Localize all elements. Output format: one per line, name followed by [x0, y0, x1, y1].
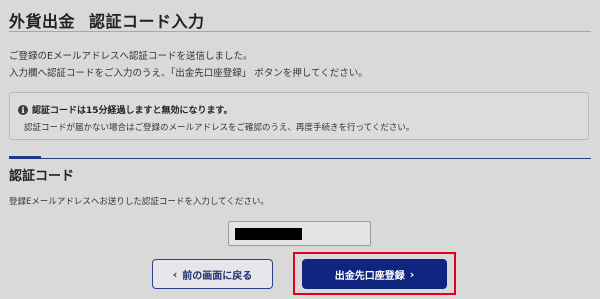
intro-line-1: ご登録のEメールアドレスへ認証コードを送信しました。 — [9, 51, 253, 62]
notice-heading-text: 認証コードは15分経過しますと無効になります。 — [32, 106, 233, 116]
auth-code-input[interactable] — [228, 221, 371, 246]
back-button-label: 前の画面に戻る — [182, 270, 253, 282]
title-divider — [9, 31, 591, 32]
intro-text: ご登録のEメールアドレスへ認証コードを送信しました。 入力欄へ認証コードをご入力… — [9, 48, 368, 82]
section-description: 登録Eメールアドレスへお送りした認証コードを入力してください。 — [9, 197, 269, 207]
submit-button-label: 出金先口座登録 — [334, 270, 405, 282]
notice-body: 認証コードが届かない場合はご登録のメールアドレスをご確認のうえ、再度手続きを行っ… — [24, 123, 415, 133]
register-account-button[interactable]: 出金先口座登録 › — [302, 259, 447, 289]
section-divider-accent — [9, 156, 41, 159]
info-icon: i — [18, 104, 28, 115]
section-divider — [9, 158, 591, 159]
page-title: 外貨出金 認証コード入力 — [9, 8, 205, 32]
notice-heading: i 認証コードは15分経過しますと無効になります。 — [18, 103, 233, 116]
page-title-part1: 外貨出金 — [9, 12, 76, 31]
chevron-right-icon: › — [409, 267, 415, 281]
back-button[interactable]: ‹ 前の画面に戻る — [152, 259, 273, 289]
page-title-part2: 認証コード入力 — [89, 12, 205, 31]
intro-line-2: 入力欄へ認証コードをご入力のうえ、「出金先口座登録」 ボタンを押してください。 — [9, 68, 368, 79]
chevron-left-icon: ‹ — [172, 267, 178, 281]
section-title: 認証コード — [9, 169, 75, 184]
notice-box: i 認証コードは15分経過しますと無効になります。 認証コードが届かない場合はご… — [9, 92, 589, 140]
redacted-value — [235, 228, 302, 240]
